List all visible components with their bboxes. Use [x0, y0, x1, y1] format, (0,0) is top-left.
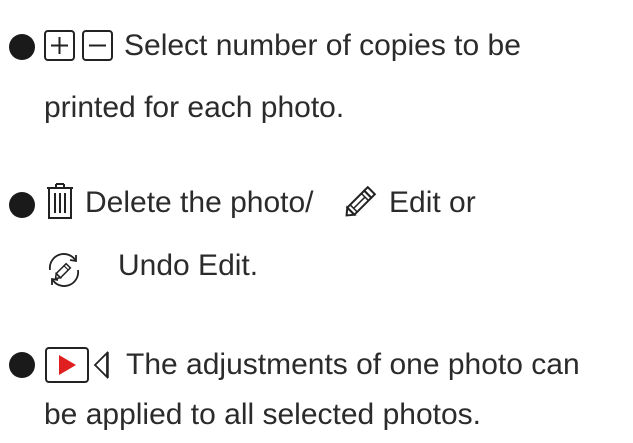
trash-icon — [45, 182, 75, 220]
bullet-icon — [9, 192, 35, 218]
copies-text-line1: Select number of copies to be — [124, 29, 521, 62]
delete-text: Delete the photo/ — [85, 186, 314, 219]
pencil-icon — [341, 183, 379, 221]
edit-text: Edit or — [389, 186, 476, 219]
minus-icon — [82, 30, 113, 61]
plus-icon — [44, 30, 75, 61]
play-icon — [45, 347, 89, 383]
undo-edit-icon — [42, 248, 86, 292]
copies-text-line2: printed for each photo. — [44, 91, 345, 124]
apply-all-text-line1: The adjustments of one photo can — [126, 348, 580, 381]
bullet-icon — [9, 34, 35, 60]
undo-edit-text: Undo Edit. — [118, 249, 259, 282]
apply-all-text-line2: be applied to all selected photos. — [44, 398, 481, 431]
bullet-icon — [9, 352, 35, 378]
apply-all-icon — [92, 350, 110, 380]
